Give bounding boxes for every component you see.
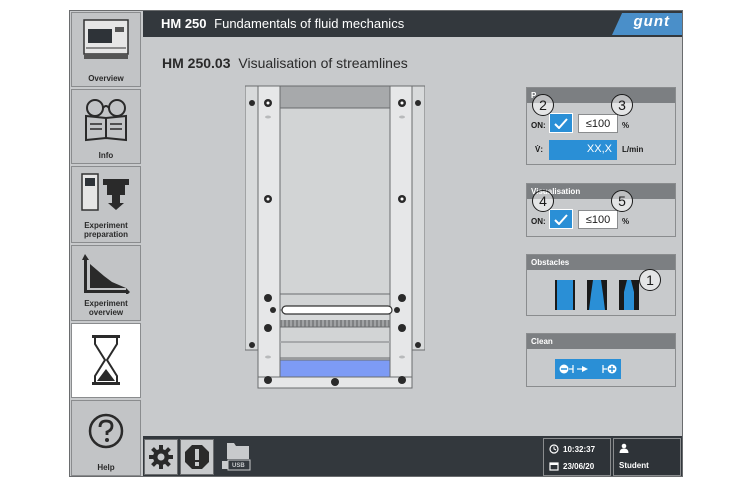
sidebar-item-label: Experiment preparation [83, 221, 128, 239]
obstacle-nozzle-button[interactable] [619, 280, 639, 310]
sidebar-item-label: Info [98, 151, 114, 160]
alert-button[interactable] [180, 439, 214, 475]
obstacle-taper-button[interactable] [587, 280, 607, 310]
usb-button[interactable]: USB [216, 439, 256, 475]
book-glasses-icon [85, 99, 127, 142]
usb-label: USB [232, 463, 245, 469]
page-code: HM 250.03 [162, 55, 231, 71]
page-title: HM 250.03 Visualisation of streamlines [162, 55, 408, 71]
product-title: Fundamentals of fluid mechanics [214, 16, 405, 31]
check-icon [554, 117, 568, 129]
gear-icon [149, 445, 173, 469]
hourglass-icon [92, 335, 120, 385]
sidebar-item-label: Overview [88, 74, 124, 83]
device-icon [83, 19, 129, 59]
app-window: Overview Info Experiment preparation Exp… [69, 10, 683, 477]
gunt-logo: gunt [612, 13, 682, 35]
bottom-bar: USB 10:32:37 23/06/20 Student [143, 436, 682, 476]
calendar-icon [549, 462, 559, 471]
product-code: HM 250 [161, 16, 207, 31]
sidebar-item-hourglass[interactable] [71, 323, 141, 398]
obstacle-block-button[interactable] [555, 280, 575, 310]
header-bar: HM 250 Fundamentals of fluid mechanics g… [143, 11, 682, 37]
pump-percent-unit: % [622, 121, 630, 130]
visualisation-percent-input[interactable]: ≤100 [578, 210, 618, 229]
sidebar-item-label: Help [97, 463, 115, 472]
alert-icon [185, 445, 209, 469]
sidebar-item-help[interactable]: Help [71, 400, 141, 476]
logo-text: gunt [633, 13, 670, 30]
obstacles-panel: Obstacles 1 [526, 254, 676, 316]
user-box[interactable]: Student [613, 438, 681, 476]
visualisation-percent-unit: % [622, 217, 630, 226]
sidebar: Overview Info Experiment preparation Exp… [70, 11, 143, 476]
help-icon [88, 413, 124, 449]
flow-unit: L/min [622, 145, 644, 154]
sidebar-item-experiment-overview[interactable]: Experiment overview [71, 245, 141, 321]
callout-1: 1 [639, 269, 661, 291]
pump-on-label: ON: [531, 121, 546, 130]
obstacles-panel-header: Obstacles [527, 255, 675, 270]
header-title: HM 250 Fundamentals of fluid mechanics [161, 16, 404, 31]
page-name: Visualisation of streamlines [238, 55, 408, 71]
visualisation-on-checkbox[interactable] [549, 209, 573, 229]
settings-button[interactable] [144, 439, 178, 475]
current-date: 23/06/20 [563, 462, 595, 471]
user-icon [619, 443, 629, 453]
pump-panel: P ON: ≤100 % V̇: XX,X L/min 2 3 [526, 87, 676, 165]
clean-panel: Clean [526, 333, 676, 387]
sidebar-item-overview[interactable]: Overview [71, 12, 141, 87]
clean-valve-button[interactable] [555, 359, 621, 379]
callout-4: 4 [532, 190, 554, 212]
pump-on-checkbox[interactable] [549, 113, 573, 133]
sidebar-item-info[interactable]: Info [71, 89, 141, 164]
callout-2: 2 [532, 94, 554, 116]
user-name: Student [619, 461, 649, 470]
pump-percent-input[interactable]: ≤100 [578, 114, 618, 133]
callout-5: 5 [611, 190, 633, 212]
check-icon [554, 213, 568, 225]
sidebar-item-experiment-preparation[interactable]: Experiment preparation [71, 166, 141, 243]
clock-date-box: 10:32:37 23/06/20 [543, 438, 611, 476]
callout-3: 3 [611, 94, 633, 116]
visualisation-on-label: ON: [531, 217, 546, 226]
flow-label: V̇: [535, 145, 543, 154]
streamline-apparatus [245, 85, 425, 389]
clean-panel-header: Clean [527, 334, 675, 349]
clock-icon [549, 444, 559, 454]
graph-icon [82, 254, 130, 294]
flow-rate-display: XX,X [549, 140, 617, 160]
visualisation-panel: Visualisation ON: ≤100 % 4 5 [526, 183, 676, 237]
clock-time: 10:32:37 [563, 445, 596, 454]
sidebar-item-label: Experiment overview [84, 299, 128, 317]
preparation-icon [81, 173, 129, 211]
